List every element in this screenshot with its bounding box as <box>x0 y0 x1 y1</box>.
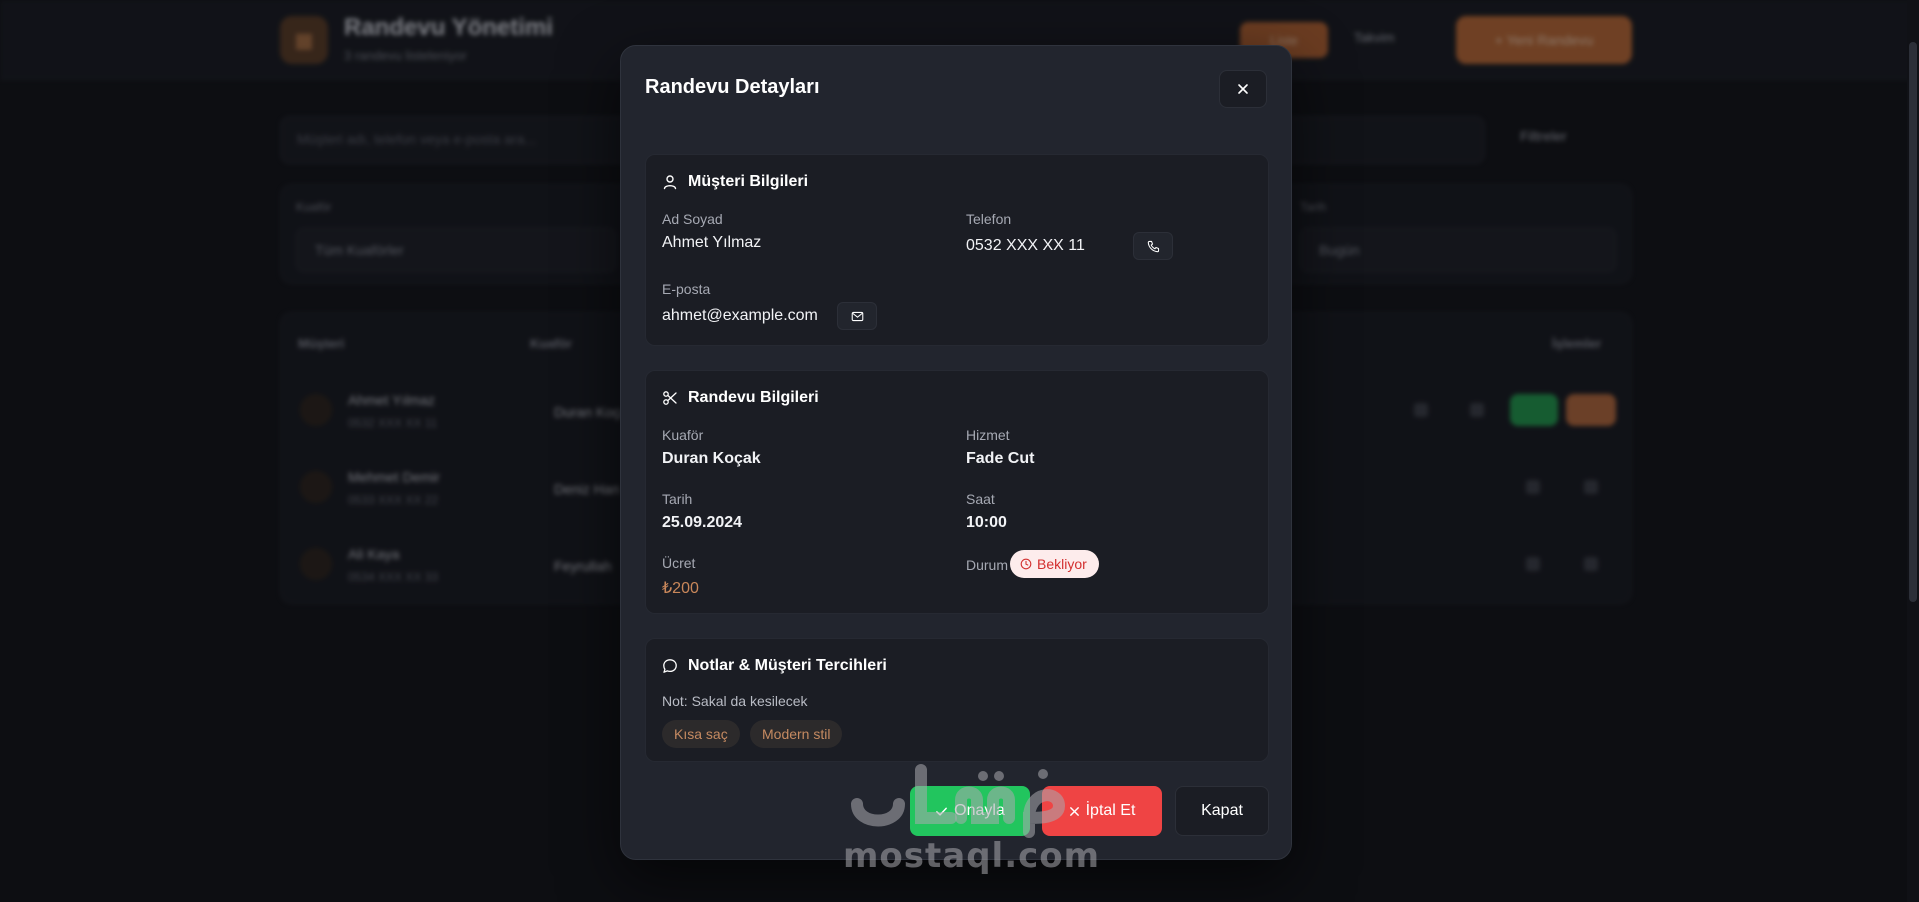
table-row-phone: 0533 XXX XX 22 <box>348 493 439 507</box>
barber-label: Kuaför <box>662 427 704 443</box>
date-label: Tarih <box>662 491 693 507</box>
page-scrollbar[interactable] <box>1907 0 1919 902</box>
customer-info-section: Müşteri Bilgileri Ad Soyad Ahmet Yılmaz … <box>645 154 1269 346</box>
avatar <box>300 394 332 426</box>
appointment-price: ₺200 <box>662 580 699 597</box>
phone-icon <box>1147 240 1159 252</box>
approve-button[interactable]: Onayla <box>910 786 1030 836</box>
date-filter-select[interactable]: Bugün <box>1300 228 1616 272</box>
filters-button[interactable]: Filtreler <box>1520 128 1567 144</box>
appointment-info-heading: Randevu Bilgileri <box>662 389 819 407</box>
new-appointment-button[interactable]: + Yeni Randevu <box>1456 16 1632 64</box>
customer-email: ahmet@example.com <box>662 307 818 324</box>
view-icon[interactable] <box>1414 403 1428 417</box>
view-icon[interactable] <box>1526 557 1540 571</box>
appointment-time: 10:00 <box>966 514 1007 531</box>
mail-icon <box>851 311 863 321</box>
table-row-name: Ahmet Yılmaz <box>348 392 435 408</box>
price-label: Ücret <box>662 555 696 571</box>
table-row-barber: Feyrullah <box>554 558 612 574</box>
preference-tag: Modern stil <box>750 720 843 748</box>
x-icon <box>1069 806 1079 816</box>
barber-filter-select[interactable]: Tüm Kuaförler <box>296 228 616 272</box>
table-header-barber: Kuaför <box>530 336 572 351</box>
avatar <box>300 471 332 503</box>
app-subtitle: 3 randevu listeleniyor <box>344 48 467 63</box>
table-row-phone: 0532 XXX XX 11 <box>348 416 438 430</box>
user-icon <box>663 175 677 190</box>
status-badge: Bekliyor <box>1010 550 1099 578</box>
appointment-details-modal: Randevu Detayları Müşteri Bilgileri Ad S… <box>620 45 1292 860</box>
status-label: Durum <box>966 557 1009 573</box>
customer-phone: 0532 XXX XX 11 <box>966 237 1085 254</box>
customer-name: Ahmet Yılmaz <box>662 234 762 251</box>
service-label: Hizmet <box>966 427 1010 443</box>
table-row-barber: Deniz Han <box>554 481 620 497</box>
phone-label: Telefon <box>966 211 1012 227</box>
table-header-actions: İşlemler <box>1552 336 1602 351</box>
barber-name: Duran Koçak <box>662 450 761 467</box>
email-label: E-posta <box>662 281 711 297</box>
table-row-phone: 0534 XXX XX 33 <box>348 570 439 584</box>
customer-info-heading: Müşteri Bilgileri <box>662 173 808 191</box>
view-icon[interactable] <box>1526 480 1540 494</box>
table-header-customer: Müşteri <box>298 336 345 351</box>
preference-tag: Kısa saç <box>662 720 740 748</box>
check-icon <box>936 807 948 816</box>
cancel-button-label: İptal Et <box>1085 802 1136 819</box>
approve-row-button[interactable] <box>1510 394 1558 426</box>
calendar-icon: ▦ <box>280 16 328 64</box>
cancel-appointment-button[interactable]: İptal Et <box>1042 786 1162 836</box>
edit-icon[interactable] <box>1584 480 1598 494</box>
table-row-name: Mehmet Demir <box>348 469 440 485</box>
avatar <box>300 548 332 580</box>
name-label: Ad Soyad <box>662 211 723 227</box>
date-filter-label: Tarih <box>1300 200 1327 214</box>
approve-button-label: Onayla <box>954 802 1005 819</box>
modal-title: Randevu Detayları <box>645 76 820 98</box>
status-text: Bekliyor <box>1037 556 1087 572</box>
close-icon <box>1238 84 1248 94</box>
service-name: Fade Cut <box>966 450 1035 467</box>
edit-icon[interactable] <box>1470 403 1484 417</box>
customer-info-heading-text: Müşteri Bilgileri <box>688 173 809 190</box>
app-title: Randevu Yönetimi <box>344 14 553 41</box>
message-circle-icon <box>663 659 677 673</box>
notes-section: Notlar & Müşteri Tercihleri Not: Sakal d… <box>645 638 1269 762</box>
close-modal-button[interactable] <box>1219 70 1267 108</box>
calendar-view-link[interactable]: Takvim <box>1354 30 1394 45</box>
clock-icon <box>1020 558 1032 570</box>
appointment-info-heading-text: Randevu Bilgileri <box>688 389 819 406</box>
edit-icon[interactable] <box>1584 557 1598 571</box>
close-button[interactable]: Kapat <box>1175 786 1269 836</box>
send-email-button[interactable] <box>837 302 877 330</box>
notes-heading: Notlar & Müşteri Tercihleri <box>662 657 887 675</box>
time-label: Saat <box>966 491 995 507</box>
call-button[interactable] <box>1133 232 1173 260</box>
table-row-name: Ali Kaya <box>348 546 400 562</box>
notes-heading-text: Notlar & Müşteri Tercihleri <box>688 657 887 674</box>
scrollbar-thumb[interactable] <box>1909 42 1917 602</box>
appointment-info-section: Randevu Bilgileri Kuaför Duran Koçak Hiz… <box>645 370 1269 614</box>
scissors-icon <box>663 391 677 405</box>
cancel-row-button[interactable] <box>1566 394 1616 426</box>
appointment-date: 25.09.2024 <box>662 514 743 531</box>
appointment-note: Not: Sakal da kesilecek <box>662 693 808 709</box>
barber-filter-label: Kuaför <box>296 200 332 214</box>
